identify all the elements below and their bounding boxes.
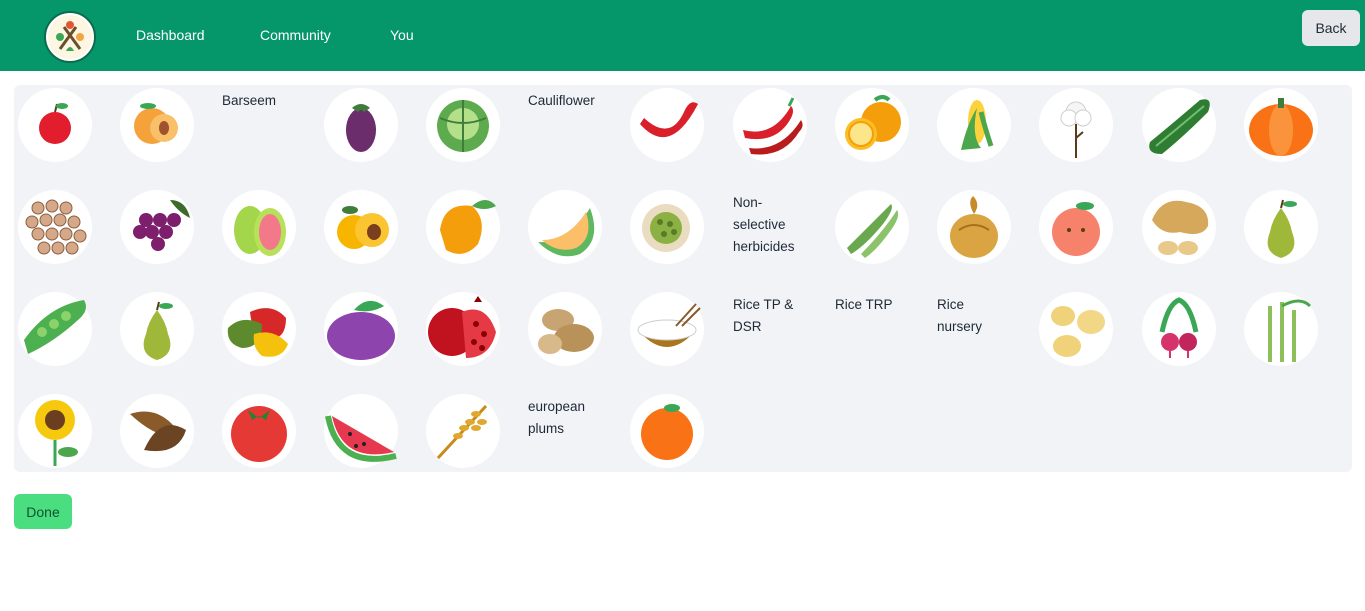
crop-item[interactable] <box>426 394 500 468</box>
crop-item[interactable] <box>324 190 398 264</box>
grapes-icon <box>120 190 194 264</box>
peas-icon <box>18 292 92 366</box>
watermelon-icon <box>324 394 398 468</box>
nav-dashboard-link[interactable]: Dashboard <box>136 27 205 43</box>
crop-item[interactable] <box>324 394 398 468</box>
corn-icon <box>937 88 1011 162</box>
crop-label: european plums <box>528 399 586 436</box>
crop-item[interactable] <box>835 88 909 162</box>
orange-citrus-icon <box>835 88 909 162</box>
nav-you-link[interactable]: You <box>390 27 414 43</box>
brinjal-icon <box>324 88 398 162</box>
loquat-icon <box>324 190 398 264</box>
melon-slice-icon <box>528 190 602 264</box>
crop-item[interactable] <box>18 190 92 264</box>
crop-item[interactable]: european plums <box>528 394 602 468</box>
cotton-icon <box>1039 88 1113 162</box>
crop-item[interactable] <box>222 190 296 264</box>
crop-item[interactable] <box>426 190 500 264</box>
crop-item[interactable] <box>1039 88 1113 162</box>
crop-item[interactable] <box>630 190 704 264</box>
sunflower-icon <box>18 394 92 468</box>
pear-icon <box>1244 190 1318 264</box>
mango-icon <box>426 190 500 264</box>
pomegranate-icon <box>426 292 500 366</box>
crop-item[interactable] <box>1142 190 1216 264</box>
crop-label: Rice TRP <box>835 297 893 312</box>
crop-label: Cauliflower <box>528 93 595 108</box>
crop-item[interactable] <box>222 292 296 366</box>
onion-icon <box>937 190 1011 264</box>
bell-pepper-icon <box>222 292 296 366</box>
apricot-icon <box>120 88 194 162</box>
crop-item[interactable] <box>18 394 92 468</box>
moong-bean-icon <box>630 190 704 264</box>
crop-item[interactable] <box>120 292 194 366</box>
apple-icon <box>18 88 92 162</box>
crop-item[interactable] <box>120 88 194 162</box>
crop-label: Barseem <box>222 93 277 108</box>
crop-item[interactable] <box>120 190 194 264</box>
top-navbar: Dashboard Community You Back <box>0 0 1365 71</box>
wheat-icon <box>426 394 500 468</box>
pear-icon <box>120 292 194 366</box>
pumpkin-icon <box>1244 88 1318 162</box>
crop-item[interactable] <box>1244 190 1318 264</box>
radish-icon <box>1142 292 1216 366</box>
soybean-icon <box>1039 292 1113 366</box>
guava-icon <box>222 190 296 264</box>
crop-item[interactable] <box>630 88 704 162</box>
back-button[interactable]: Back <box>1302 10 1360 46</box>
sugarcane-icon <box>1244 292 1318 366</box>
peanut-icon <box>1142 190 1216 264</box>
crop-item[interactable] <box>1244 292 1318 366</box>
crop-item[interactable] <box>18 292 92 366</box>
crop-item[interactable] <box>1039 190 1113 264</box>
crop-label: Rice TP & DSR <box>733 297 794 334</box>
crop-label: Non-selective herbicides <box>733 195 795 254</box>
crop-item[interactable] <box>1039 292 1113 366</box>
crop-item[interactable] <box>733 88 807 162</box>
crop-item[interactable] <box>1142 88 1216 162</box>
crop-item[interactable] <box>120 394 194 468</box>
tobacco-leaf-icon <box>120 394 194 468</box>
crop-item[interactable] <box>1142 292 1216 366</box>
crop-item[interactable] <box>630 292 704 366</box>
potato-icon <box>528 292 602 366</box>
crop-item[interactable] <box>630 394 704 468</box>
nav-community-link[interactable]: Community <box>260 27 331 43</box>
crop-item[interactable]: Rice TP & DSR <box>733 292 807 366</box>
crop-item[interactable] <box>222 394 296 468</box>
crop-item[interactable]: Non-selective herbicides <box>733 190 807 264</box>
peach-icon <box>1039 190 1113 264</box>
plum-icon <box>324 292 398 366</box>
crop-item[interactable] <box>426 292 500 366</box>
crop-item[interactable] <box>937 88 1011 162</box>
crop-item[interactable]: Rice TRP <box>835 292 909 366</box>
orange-icon <box>630 394 704 468</box>
cucumber-icon <box>1142 88 1216 162</box>
crop-item[interactable]: Barseem <box>222 88 296 162</box>
okra-icon <box>835 190 909 264</box>
crop-item[interactable] <box>528 190 602 264</box>
crop-item[interactable] <box>426 88 500 162</box>
tomato-icon <box>222 394 296 468</box>
crop-item[interactable] <box>18 88 92 162</box>
cabbage-icon <box>426 88 500 162</box>
done-button[interactable]: Done <box>14 494 72 529</box>
crop-item[interactable] <box>1244 88 1318 162</box>
rice-bowl-icon <box>630 292 704 366</box>
crop-item[interactable] <box>835 190 909 264</box>
crop-item[interactable] <box>937 190 1011 264</box>
app-logo[interactable] <box>44 11 96 63</box>
crop-item[interactable]: Cauliflower <box>528 88 602 162</box>
red-chilli-icon <box>630 88 704 162</box>
gram-seeds-icon <box>18 190 92 264</box>
chilli-pair-icon <box>733 88 807 162</box>
crop-item[interactable] <box>324 292 398 366</box>
crop-item[interactable]: Rice nursery <box>937 292 1011 366</box>
crop-item[interactable] <box>528 292 602 366</box>
crop-label: Rice nursery <box>937 297 983 334</box>
crop-item[interactable] <box>324 88 398 162</box>
